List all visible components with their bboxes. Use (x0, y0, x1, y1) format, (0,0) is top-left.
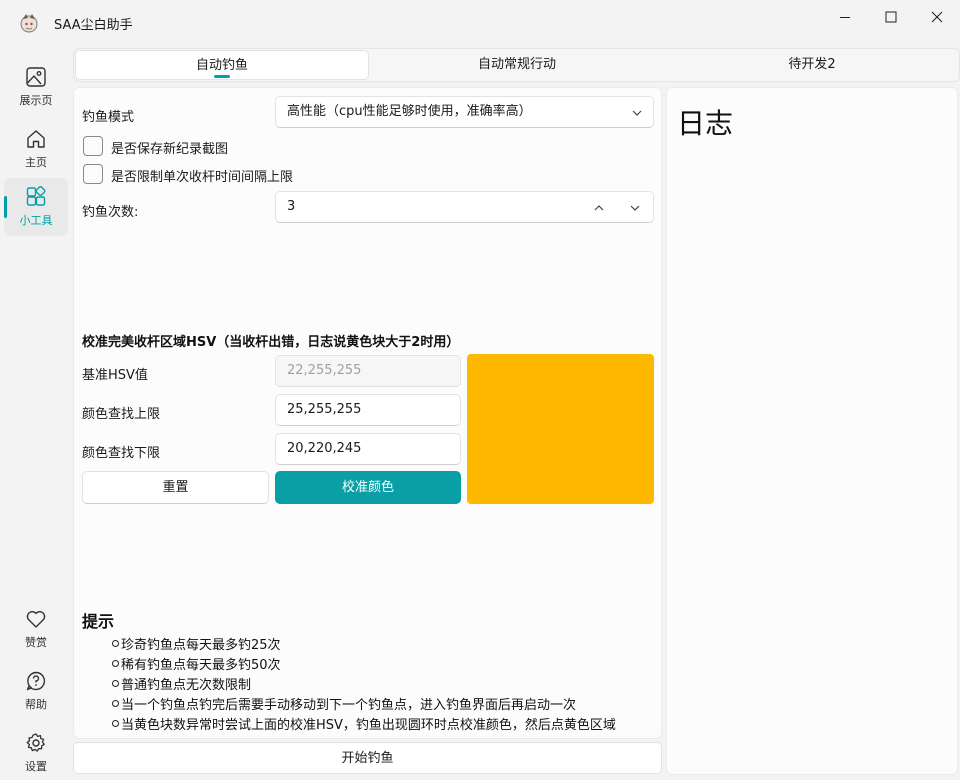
fishing-mode-select[interactable]: 高性能（cpu性能足够时使用，准确率高） (275, 96, 654, 128)
tip-item: 稀有钓鱼点每天最多钓50次 (112, 654, 281, 673)
calibrate-color-button[interactable]: 校准颜色 (275, 471, 461, 504)
close-icon (931, 11, 943, 23)
sidebar-item-label: 小工具 (19, 214, 53, 227)
close-button[interactable] (914, 0, 960, 34)
sidebar-item-label: 赞赏 (25, 636, 47, 649)
lower-limit-input[interactable]: 20,220,245 (275, 433, 461, 465)
apps-icon (26, 186, 46, 206)
chevron-up-icon[interactable] (593, 202, 605, 214)
upper-limit-input[interactable]: 25,255,255 (275, 394, 461, 426)
save-screenshot-label: 是否保存新纪录截图 (111, 142, 229, 157)
tip-item: 普通钓鱼点无次数限制 (112, 674, 251, 693)
minimize-button[interactable] (822, 0, 868, 34)
sidebar-item-tools[interactable]: 小工具 (4, 178, 68, 236)
limit-interval-checkbox[interactable] (83, 164, 103, 184)
lower-limit-label: 颜色查找下限 (82, 446, 161, 461)
sidebar-item-label: 展示页 (19, 94, 53, 107)
home-icon (27, 130, 45, 148)
title-bar: SAA尘白助手 (0, 0, 960, 46)
help-icon (26, 671, 46, 691)
log-title: 日志 (677, 107, 734, 140)
sidebar-item-settings[interactable]: 设置 (4, 724, 68, 780)
tip-item: 当黄色块数异常时尝试上面的校准HSV，钓鱼出现圆环时点校准颜色，然后点黄色区域 (112, 714, 616, 733)
color-preview-swatch (467, 354, 654, 504)
log-panel: 日志 (666, 87, 958, 775)
tip-item: 珍奇钓鱼点每天最多钓25次 (112, 634, 281, 653)
sidebar-item-home[interactable]: 主页 (4, 120, 68, 178)
tab-auto-routine[interactable]: 自动常规行动 (370, 50, 664, 80)
app-title: SAA尘白助手 (54, 18, 133, 33)
tab-auto-fishing[interactable]: 自动钓鱼 (75, 50, 369, 80)
tips-title: 提示 (82, 612, 115, 631)
sidebar-item-label: 帮助 (25, 698, 47, 711)
sidebar-item-label: 设置 (25, 760, 47, 773)
minimize-icon (840, 17, 850, 18)
gear-icon (26, 733, 45, 752)
image-icon (26, 67, 46, 87)
fishing-mode-label: 钓鱼模式 (82, 110, 135, 125)
tab-bar: 自动钓鱼 自动常规行动 待开发2 (73, 48, 960, 82)
sidebar-item-label: 主页 (25, 156, 47, 169)
sidebar-item-help[interactable]: 帮助 (4, 662, 68, 720)
heart-icon (26, 611, 46, 628)
chevron-down-icon[interactable] (629, 202, 641, 214)
fishing-mode-value: 高性能（cpu性能足够时使用，准确率高） (287, 104, 532, 119)
tab-pending-dev-2[interactable]: 待开发2 (666, 50, 958, 80)
fishing-count-spinbox[interactable]: 3 (275, 191, 654, 223)
fishing-count-value: 3 (287, 199, 296, 214)
sidebar-item-sponsor[interactable]: 赞赏 (4, 600, 68, 658)
limit-interval-label: 是否限制单次收杆时间间隔上限 (111, 170, 294, 185)
tip-item: 当一个钓鱼点钓完后需要手动移动到下一个钓鱼点，进入钓鱼界面后再启动一次 (112, 694, 576, 713)
save-screenshot-checkbox[interactable] (83, 136, 103, 156)
maximize-icon (885, 11, 897, 23)
chevron-down-icon (632, 110, 642, 116)
app-logo-icon (20, 14, 38, 33)
base-hsv-label: 基准HSV值 (82, 368, 148, 383)
reset-button[interactable]: 重置 (82, 471, 269, 504)
hsv-calibration-title: 校准完美收杆区域HSV（当收杆出错，日志说黄色块大于2时用） (82, 335, 460, 350)
base-hsv-input: 22,255,255 (275, 355, 461, 387)
start-fishing-button[interactable]: 开始钓鱼 (73, 742, 662, 774)
upper-limit-label: 颜色查找上限 (82, 407, 161, 422)
sidebar-item-showcase[interactable]: 展示页 (4, 58, 68, 116)
maximize-button[interactable] (868, 0, 914, 34)
fishing-count-label: 钓鱼次数: (82, 205, 139, 220)
